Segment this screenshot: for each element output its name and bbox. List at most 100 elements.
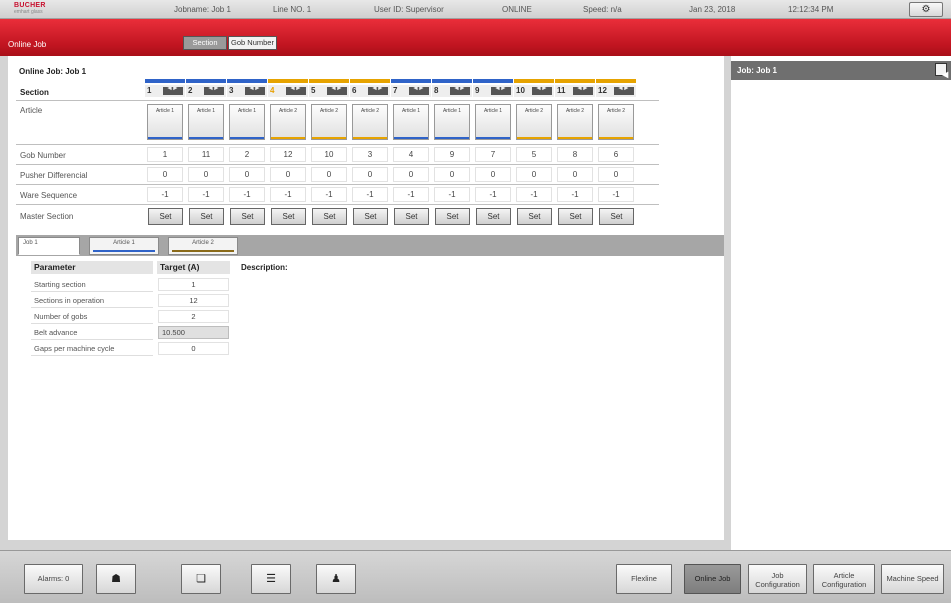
master-section-set-button[interactable]: Set	[189, 208, 224, 225]
job-configuration-button[interactable]: Job Configuration	[748, 564, 807, 594]
ware-sequence-cell[interactable]: -1	[229, 187, 265, 202]
ware-sequence-cell[interactable]: -1	[557, 187, 593, 202]
gob-number-cell[interactable]: 8	[557, 147, 593, 162]
home-button[interactable]: ☗	[96, 564, 136, 594]
settings-button[interactable]: ⚙	[909, 2, 943, 17]
section-header: 2	[186, 85, 226, 97]
gob-number-cell[interactable]: 6	[598, 147, 634, 162]
article-color-bar	[350, 79, 390, 83]
gob-number-cell[interactable]: 4	[393, 147, 429, 162]
page-header-bar: Online Job Section Gob Number	[0, 19, 951, 56]
article-card[interactable]: Article 2	[352, 104, 388, 140]
master-section-set-button[interactable]: Set	[558, 208, 593, 225]
article-card[interactable]: Article 2	[598, 104, 634, 140]
master-section-set-button[interactable]: Set	[599, 208, 634, 225]
machine-button[interactable]: ❏	[181, 564, 221, 594]
article-card[interactable]: Article 1	[475, 104, 511, 140]
section-header: 7	[391, 85, 431, 97]
list-button[interactable]: ☰	[251, 564, 291, 594]
pusher-differencial-cell[interactable]: 0	[393, 167, 429, 182]
master-section-set-button[interactable]: Set	[312, 208, 347, 225]
master-section-set-button[interactable]: Set	[517, 208, 552, 225]
article-card-stripe	[558, 137, 592, 139]
pusher-differencial-cell[interactable]: 0	[147, 167, 183, 182]
pusher-differencial-cell[interactable]: 0	[311, 167, 347, 182]
pusher-differencial-cell[interactable]: 0	[270, 167, 306, 182]
ware-sequence-cell[interactable]: -1	[352, 187, 388, 202]
article-configuration-button[interactable]: Article Configuration	[813, 564, 875, 594]
master-section-set-button[interactable]: Set	[230, 208, 265, 225]
gob-number-view-toggle[interactable]: Gob Number	[228, 36, 277, 50]
section-arrows-icon	[573, 85, 593, 95]
gob-number-cell[interactable]: 5	[516, 147, 552, 162]
article-color-bar	[514, 79, 554, 83]
section-arrows-icon	[286, 85, 306, 95]
section-view-toggle[interactable]: Section	[183, 36, 227, 50]
parameter-value-field[interactable]: 1	[158, 278, 229, 291]
pusher-differencial-cell[interactable]: 0	[188, 167, 224, 182]
ware-sequence-cell[interactable]: -1	[311, 187, 347, 202]
ware-sequence-cell[interactable]: -1	[475, 187, 511, 202]
parameter-value-field[interactable]: 12	[158, 294, 229, 307]
gob-number-cell[interactable]: 9	[434, 147, 470, 162]
gob-number-cell[interactable]: 1	[147, 147, 183, 162]
parameter-value-field[interactable]: 0	[158, 342, 229, 355]
gob-number-cell[interactable]: 3	[352, 147, 388, 162]
master-section-set-button[interactable]: Set	[271, 208, 306, 225]
ware-sequence-cell[interactable]: -1	[393, 187, 429, 202]
article-card-stripe	[394, 137, 428, 139]
gob-number-cell[interactable]: 7	[475, 147, 511, 162]
master-section-set-button[interactable]: Set	[353, 208, 388, 225]
pusher-differencial-cell[interactable]: 0	[557, 167, 593, 182]
ware-sequence-cell[interactable]: -1	[434, 187, 470, 202]
section-number: 12	[598, 86, 607, 95]
tab-job[interactable]: Job 1	[18, 237, 80, 255]
master-section-set-button[interactable]: Set	[435, 208, 470, 225]
tab-article-2[interactable]: Article 2	[168, 237, 238, 255]
pusher-differencial-cell[interactable]: 0	[229, 167, 265, 182]
divider	[16, 100, 659, 101]
article-card[interactable]: Article 2	[516, 104, 552, 140]
master-section-set-button[interactable]: Set	[394, 208, 429, 225]
gob-number-cell[interactable]: 2	[229, 147, 265, 162]
pusher-differencial-cell[interactable]: 0	[352, 167, 388, 182]
parameter-value-field[interactable]: 2	[158, 310, 229, 323]
parameter-label: Number of gobs	[34, 312, 88, 321]
article-card[interactable]: Article 2	[557, 104, 593, 140]
ware-sequence-cell[interactable]: -1	[188, 187, 224, 202]
article-card[interactable]: Article 2	[270, 104, 306, 140]
pusher-differencial-cell[interactable]: 0	[434, 167, 470, 182]
article-card-stripe	[148, 137, 182, 139]
tab-job-label: Job 1	[23, 240, 38, 246]
article-card-label: Article 1	[483, 108, 503, 114]
pusher-differencial-cell[interactable]: 0	[598, 167, 634, 182]
article-card[interactable]: Article 1	[393, 104, 429, 140]
ware-sequence-cell[interactable]: -1	[598, 187, 634, 202]
article-card[interactable]: Article 2	[311, 104, 347, 140]
section-number: 1	[147, 86, 152, 95]
article-card[interactable]: Article 1	[147, 104, 183, 140]
tab-article-1-label: Article 1	[113, 240, 135, 246]
ware-sequence-cell[interactable]: -1	[516, 187, 552, 202]
gob-number-cell[interactable]: 10	[311, 147, 347, 162]
divider	[31, 307, 153, 308]
pusher-differencial-cell[interactable]: 0	[475, 167, 511, 182]
article-card[interactable]: Article 1	[229, 104, 265, 140]
gob-number-cell[interactable]: 11	[188, 147, 224, 162]
ware-sequence-cell[interactable]: -1	[270, 187, 306, 202]
article-card[interactable]: Article 1	[434, 104, 470, 140]
article-card[interactable]: Article 1	[188, 104, 224, 140]
tab-article-1[interactable]: Article 1	[89, 237, 159, 255]
alarms-button[interactable]: Alarms: 0	[24, 564, 83, 594]
ware-sequence-cell[interactable]: -1	[147, 187, 183, 202]
operator-button[interactable]: ♟	[316, 564, 356, 594]
flexline-button[interactable]: Flexline	[616, 564, 672, 594]
online-job-button[interactable]: Online Job	[684, 564, 741, 594]
parameter-value-field[interactable]: 10.500	[158, 326, 229, 339]
gob-number-cell[interactable]: 12	[270, 147, 306, 162]
collapse-panel-button[interactable]: ◀	[935, 63, 948, 79]
master-section-set-button[interactable]: Set	[148, 208, 183, 225]
pusher-differencial-cell[interactable]: 0	[516, 167, 552, 182]
machine-speed-button[interactable]: Machine Speed	[881, 564, 944, 594]
master-section-set-button[interactable]: Set	[476, 208, 511, 225]
